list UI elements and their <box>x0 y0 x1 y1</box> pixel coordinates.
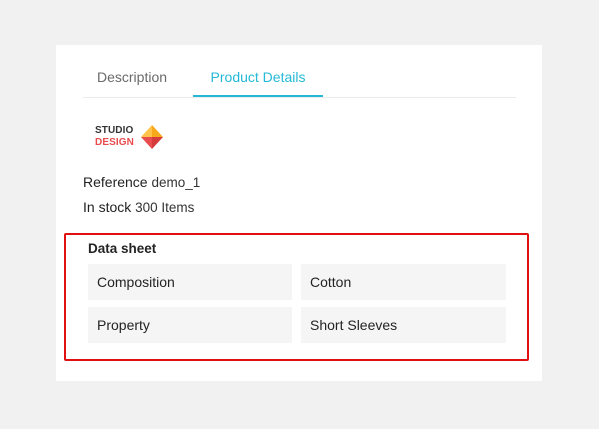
feature-value-property: Short Sleeves <box>301 307 506 343</box>
brand-line-1: STUDIO <box>95 125 134 136</box>
stock-line: In stock 300 Items <box>83 199 194 215</box>
product-tabs: Description Product Details <box>83 64 516 98</box>
data-sheet-section: Data sheet Composition Cotton Property S… <box>64 233 529 361</box>
diamond-logo-icon <box>141 125 163 149</box>
feature-name-property: Property <box>88 307 292 343</box>
stock-label: In stock <box>83 199 132 215</box>
reference-label: Reference <box>83 174 148 190</box>
feature-value-composition: Cotton <box>301 264 506 300</box>
tab-product-details[interactable]: Product Details <box>193 64 323 97</box>
brand-logo[interactable]: STUDIO DESIGN <box>95 125 163 151</box>
product-details-card: Description Product Details STUDIO DESIG… <box>56 45 542 381</box>
reference-value: demo_1 <box>151 175 201 190</box>
feature-name-composition: Composition <box>88 264 292 300</box>
stock-value: 300 Items <box>135 200 195 215</box>
brand-logo-text: STUDIO DESIGN <box>95 125 134 149</box>
brand-line-2: DESIGN <box>95 137 134 148</box>
reference-line: Reference demo_1 <box>83 174 200 190</box>
tab-description[interactable]: Description <box>97 64 167 96</box>
data-sheet-title: Data sheet <box>88 241 157 256</box>
